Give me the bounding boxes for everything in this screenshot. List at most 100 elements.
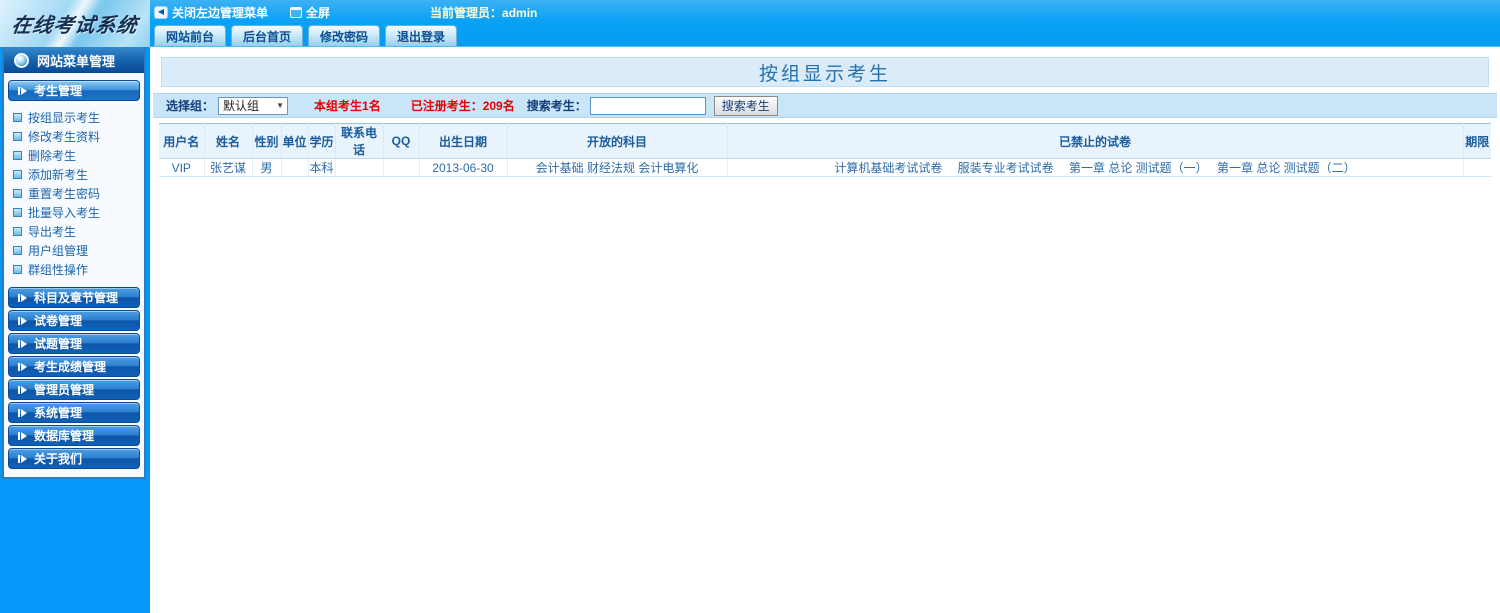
cell-gender: 男: [252, 159, 281, 177]
fullscreen-label: 全屏: [306, 4, 330, 21]
examinee-table: 用户名 姓名 性别 单位 学历 联系电话 QQ 出生日期 开放的科目 已禁止的试…: [159, 123, 1491, 177]
cell-deadline: [1463, 159, 1491, 177]
sidebar-section-system[interactable]: 系统管理: [8, 402, 140, 423]
top-header: 在线考试系统 ◀ 关闭左边管理菜单 全屏 当前管理员：admin 网站前台 后台…: [0, 0, 1500, 47]
chevron-down-icon: ▼: [276, 101, 284, 110]
section-arrow-icon: [18, 432, 27, 440]
sidebar-item-label: 群组性操作: [28, 261, 88, 278]
bullet-icon: [13, 246, 22, 255]
sidebar-item-show-by-group[interactable]: 按组显示考生: [13, 108, 141, 127]
search-button[interactable]: 搜索考生: [714, 96, 778, 116]
sidebar-menu-inner: 考生管理 按组显示考生 修改考生资料 删除考生 添加新考生 重置考生密码 批量导…: [4, 73, 144, 477]
section-arrow-icon: [18, 340, 27, 348]
app-logo-text: 在线考试系统: [10, 9, 140, 38]
section-label: 科目及章节管理: [34, 289, 118, 306]
sidebar-title-bar: 网站菜单管理: [4, 47, 144, 73]
bullet-icon: [13, 132, 22, 141]
registered-count-stat: 已注册考生：209名: [411, 97, 515, 114]
col-header-deadline: 期限: [1463, 124, 1491, 159]
group-count-stat: 本组考生1名: [314, 97, 381, 114]
tab-change-password[interactable]: 修改密码: [308, 25, 380, 46]
sidebar-section-database[interactable]: 数据库管理: [8, 425, 140, 446]
section-arrow-icon: [18, 409, 27, 417]
sidebar: 网站菜单管理 考生管理 按组显示考生 修改考生资料 删除考生 添加新考生 重置考…: [0, 47, 150, 613]
sidebar-section-about[interactable]: 关于我们: [8, 448, 140, 469]
sidebar-item-user-groups[interactable]: 用户组管理: [13, 241, 141, 260]
section-arrow-icon: [18, 386, 27, 394]
sidebar-item-batch-import[interactable]: 批量导入考生: [13, 203, 141, 222]
toggle-left-menu-link[interactable]: ◀ 关闭左边管理菜单: [154, 4, 268, 21]
tab-logout[interactable]: 退出登录: [385, 25, 457, 46]
col-header-qq: QQ: [383, 124, 419, 159]
sidebar-item-label: 批量导入考生: [28, 204, 100, 221]
cell-unit: [281, 159, 308, 177]
col-header-birthdate: 出生日期: [419, 124, 507, 159]
sidebar-section-examinee-mgmt[interactable]: 考生管理: [8, 80, 140, 101]
sidebar-item-add-examinee[interactable]: 添加新考生: [13, 165, 141, 184]
section-label: 考生成绩管理: [34, 358, 106, 375]
section-arrow-icon: [18, 294, 27, 302]
section-label: 管理员管理: [34, 381, 94, 398]
sidebar-item-label: 添加新考生: [28, 166, 88, 183]
cell-username: VIP: [159, 159, 204, 177]
app-logo: 在线考试系统: [0, 0, 150, 47]
tab-admin-home[interactable]: 后台首页: [231, 25, 303, 46]
search-input[interactable]: [590, 97, 706, 115]
sidebar-item-delete-examinee[interactable]: 删除考生: [13, 146, 141, 165]
bullet-icon: [13, 170, 22, 179]
sphere-icon: [14, 53, 29, 68]
bullet-icon: [13, 151, 22, 160]
col-header-name: 姓名: [204, 124, 252, 159]
sidebar-section-scores[interactable]: 考生成绩管理: [8, 356, 140, 377]
top-header-right: ◀ 关闭左边管理菜单 全屏 当前管理员：admin 网站前台 后台首页 修改密码…: [150, 0, 1500, 46]
section-label: 关于我们: [34, 450, 82, 467]
col-header-phone: 联系电话: [335, 124, 383, 159]
section-label: 系统管理: [34, 404, 82, 421]
sidebar-section-papers[interactable]: 试卷管理: [8, 310, 140, 331]
fullscreen-icon: [290, 7, 302, 18]
sidebar-item-edit-examinee[interactable]: 修改考生资料: [13, 127, 141, 146]
col-header-education: 学历: [308, 124, 335, 159]
cell-phone: [335, 159, 383, 177]
section-arrow-icon: [18, 87, 27, 95]
page-title: 按组显示考生: [161, 57, 1489, 87]
sidebar-section-admins[interactable]: 管理员管理: [8, 379, 140, 400]
cell-open-subjects: 会计基础 财经法规 会计电算化: [507, 159, 727, 177]
bullet-icon: [13, 113, 22, 122]
sidebar-item-label: 按组显示考生: [28, 109, 100, 126]
col-header-unit: 单位: [281, 124, 308, 159]
tab-site-front[interactable]: 网站前台: [154, 25, 226, 46]
cell-forbidden-papers: 计算机基础考试试卷 服装专业考试试卷 第一章 总论 测试题（一） 第一章 总论 …: [727, 159, 1463, 177]
sidebar-section-questions[interactable]: 试题管理: [8, 333, 140, 354]
group-select-value: 默认组: [223, 97, 259, 114]
group-select[interactable]: 默认组 ▼: [218, 97, 288, 115]
section-label: 试卷管理: [34, 312, 82, 329]
section-label: 试题管理: [34, 335, 82, 352]
section-arrow-icon: [18, 363, 27, 371]
search-label: 搜索考生：: [527, 97, 587, 114]
collapse-left-icon: ◀: [154, 6, 168, 19]
sidebar-items: 按组显示考生 修改考生资料 删除考生 添加新考生 重置考生密码 批量导入考生 导…: [7, 106, 141, 285]
fullscreen-link[interactable]: 全屏: [290, 4, 330, 21]
body-row: 网站菜单管理 考生管理 按组显示考生 修改考生资料 删除考生 添加新考生 重置考…: [0, 47, 1500, 613]
section-arrow-icon: [18, 317, 27, 325]
sidebar-item-reset-password[interactable]: 重置考生密码: [13, 184, 141, 203]
toggle-left-menu-label: 关闭左边管理菜单: [172, 4, 268, 21]
cell-name: 张艺谋: [204, 159, 252, 177]
sidebar-item-group-operations[interactable]: 群组性操作: [13, 260, 141, 279]
col-header-forbidden-papers: 已禁止的试卷: [727, 124, 1463, 159]
col-header-username: 用户名: [159, 124, 204, 159]
current-admin-label: 当前管理员：admin: [430, 4, 537, 21]
bullet-icon: [13, 189, 22, 198]
sidebar-title: 网站菜单管理: [37, 51, 115, 70]
sidebar-item-label: 用户组管理: [28, 242, 88, 259]
bullet-icon: [13, 265, 22, 274]
sidebar-item-export[interactable]: 导出考生: [13, 222, 141, 241]
cell-qq: [383, 159, 419, 177]
cell-education: 本科: [308, 159, 335, 177]
sidebar-item-label: 修改考生资料: [28, 128, 100, 145]
bullet-icon: [13, 227, 22, 236]
sidebar-menu-box: 网站菜单管理 考生管理 按组显示考生 修改考生资料 删除考生 添加新考生 重置考…: [2, 47, 146, 479]
top-tabs: 网站前台 后台首页 修改密码 退出登录: [150, 24, 1500, 46]
sidebar-section-subjects[interactable]: 科目及章节管理: [8, 287, 140, 308]
